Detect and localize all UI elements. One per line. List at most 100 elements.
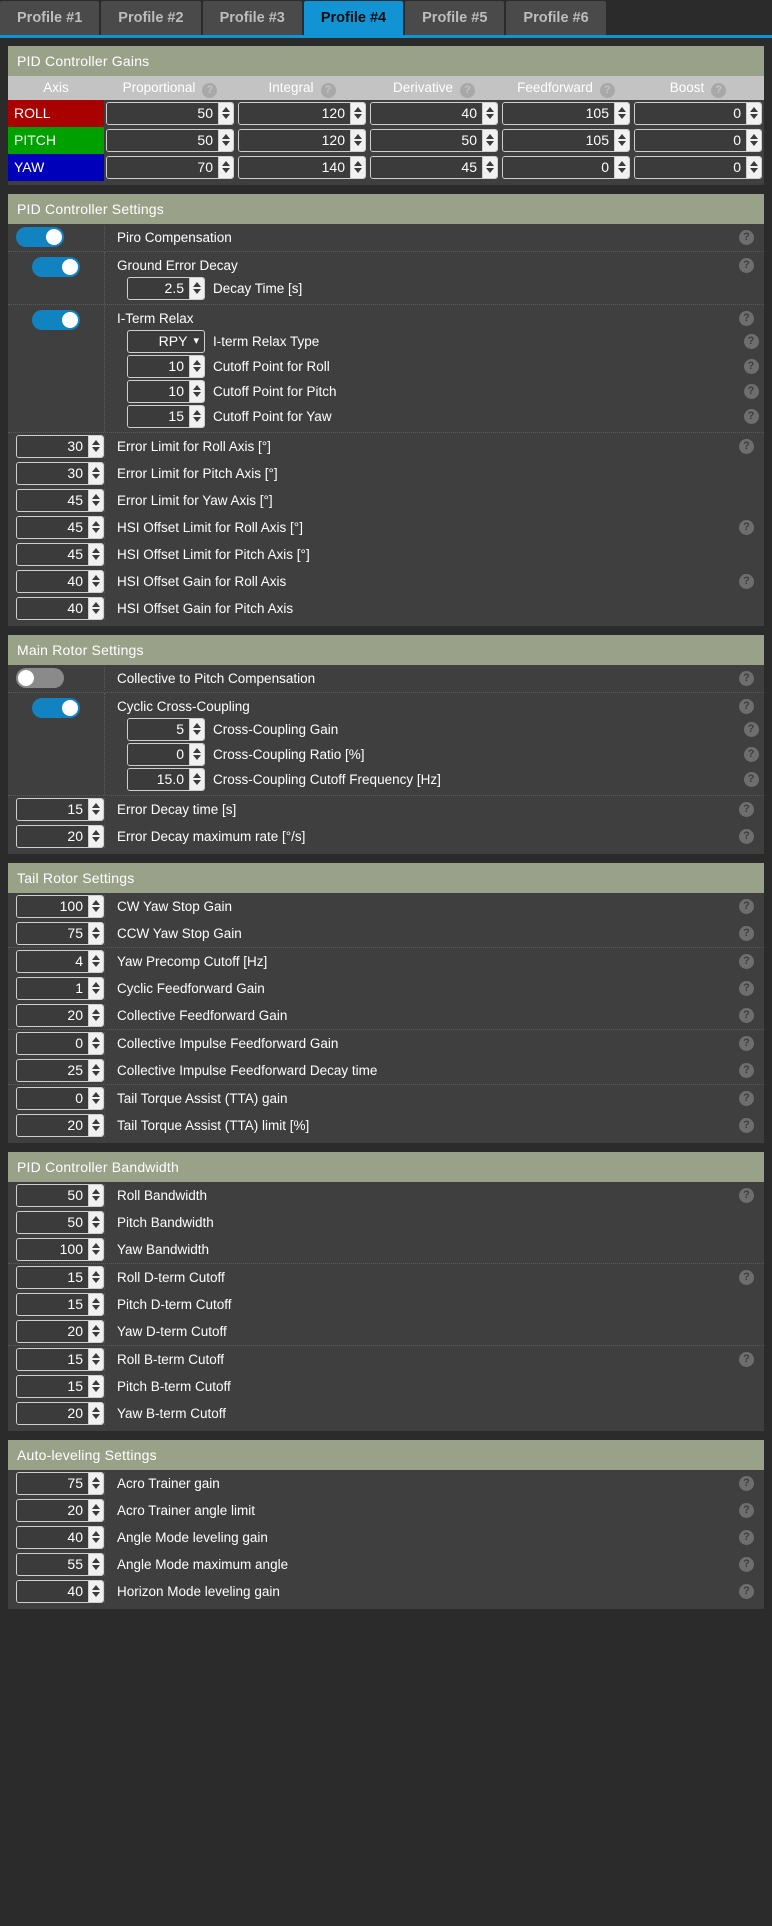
spinner-up-icon[interactable] — [615, 103, 629, 114]
spinner-up-icon[interactable] — [89, 896, 103, 907]
spinner[interactable] — [218, 130, 233, 151]
spinner-down-icon[interactable] — [89, 836, 103, 847]
spinner-up-icon[interactable] — [190, 406, 204, 417]
help-icon[interactable]: ? — [739, 1008, 754, 1023]
spinner-up-icon[interactable] — [351, 103, 365, 114]
help-icon[interactable]: ? — [739, 1557, 754, 1572]
spinner-down-icon[interactable] — [747, 140, 761, 151]
help-icon[interactable]: ? — [739, 574, 754, 589]
spinner[interactable] — [88, 1212, 103, 1233]
spinner-down-icon[interactable] — [190, 729, 204, 740]
spinner-down-icon[interactable] — [89, 1195, 103, 1206]
hsi-offset-limit-row-1-input[interactable]: 45 — [16, 543, 104, 566]
spinner-up-icon[interactable] — [747, 103, 761, 114]
cross-coupling-row-2-input[interactable]: 15.0 — [127, 768, 205, 791]
bandwidth-g0-row-1-input[interactable]: 50 — [16, 1211, 104, 1234]
spinner-up-icon[interactable] — [89, 1403, 103, 1414]
spinner-up-icon[interactable] — [89, 1473, 103, 1484]
spinner-down-icon[interactable] — [190, 416, 204, 427]
spinner-down-icon[interactable] — [89, 1564, 103, 1575]
spinner[interactable] — [88, 1554, 103, 1575]
iterm-cutoff-row-2-input[interactable]: 15 — [127, 405, 205, 428]
error-limit-row-0-input[interactable]: 30 — [16, 435, 104, 458]
tail-rotor-g2-row-0-input[interactable]: 0 — [16, 1032, 104, 1055]
help-icon[interactable]: ? — [739, 230, 754, 245]
tail-rotor-g2-row-1-input[interactable]: 25 — [16, 1059, 104, 1082]
error-limit-row-2-input[interactable]: 45 — [16, 489, 104, 512]
spinner-up-icon[interactable] — [89, 598, 103, 609]
gains-pitch-derivative-input[interactable]: 50 — [370, 129, 498, 152]
iterm-relax-toggle[interactable] — [32, 310, 80, 330]
spinner-up-icon[interactable] — [89, 1376, 103, 1387]
collective-to-pitch-toggle[interactable] — [16, 668, 64, 688]
spinner-up-icon[interactable] — [190, 381, 204, 392]
spinner-up-icon[interactable] — [89, 544, 103, 555]
help-icon[interactable]: ? — [739, 802, 754, 817]
help-icon[interactable]: ? — [739, 1476, 754, 1491]
help-icon[interactable]: ? — [739, 829, 754, 844]
autoleveling-row-4-input[interactable]: 40 — [16, 1580, 104, 1603]
tail-rotor-g3-row-1-input[interactable]: 20 — [16, 1114, 104, 1137]
cross-coupling-row-0-input[interactable]: 5 — [127, 718, 205, 741]
autoleveling-row-0-input[interactable]: 75 — [16, 1472, 104, 1495]
tab-profile-5[interactable]: Profile #5 — [405, 1, 504, 35]
spinner[interactable] — [350, 157, 365, 178]
spinner-down-icon[interactable] — [89, 527, 103, 538]
spinner[interactable] — [88, 1033, 103, 1054]
tab-profile-2[interactable]: Profile #2 — [101, 1, 200, 35]
help-icon[interactable]: ? — [739, 520, 754, 535]
spinner-down-icon[interactable] — [89, 1125, 103, 1136]
spinner-up-icon[interactable] — [190, 719, 204, 730]
spinner-down-icon[interactable] — [89, 809, 103, 820]
bandwidth-g0-row-2-input[interactable]: 100 — [16, 1238, 104, 1261]
spinner-up-icon[interactable] — [89, 1185, 103, 1196]
spinner-up-icon[interactable] — [89, 923, 103, 934]
help-icon[interactable]: ? — [739, 671, 754, 686]
spinner-up-icon[interactable] — [483, 130, 497, 141]
spinner[interactable] — [88, 1321, 103, 1342]
spinner-up-icon[interactable] — [89, 1527, 103, 1538]
help-icon[interactable]: ? — [744, 334, 759, 349]
spinner-up-icon[interactable] — [89, 1321, 103, 1332]
spinner-up-icon[interactable] — [219, 157, 233, 168]
spinner-down-icon[interactable] — [89, 1043, 103, 1054]
spinner-down-icon[interactable] — [747, 167, 761, 178]
help-icon[interactable]: ? — [202, 83, 217, 98]
spinner[interactable] — [88, 436, 103, 457]
spinner-down-icon[interactable] — [219, 113, 233, 124]
help-icon[interactable]: ? — [739, 1270, 754, 1285]
help-icon[interactable]: ? — [739, 1188, 754, 1203]
spinner[interactable] — [189, 278, 204, 299]
spinner[interactable] — [88, 1239, 103, 1260]
spinner[interactable] — [88, 571, 103, 592]
spinner[interactable] — [88, 826, 103, 847]
ground-error-decay-toggle[interactable] — [32, 257, 80, 277]
spinner-up-icon[interactable] — [89, 1239, 103, 1250]
spinner-down-icon[interactable] — [351, 140, 365, 151]
spinner-down-icon[interactable] — [190, 779, 204, 790]
bandwidth-g2-row-2-input[interactable]: 20 — [16, 1402, 104, 1425]
spinner[interactable] — [88, 1403, 103, 1424]
spinner-up-icon[interactable] — [483, 103, 497, 114]
error-decay-row-0-input[interactable]: 15 — [16, 798, 104, 821]
spinner[interactable] — [189, 719, 204, 740]
tail-rotor-g0-row-0-input[interactable]: 100 — [16, 895, 104, 918]
gains-yaw-integral-input[interactable]: 140 — [238, 156, 366, 179]
help-icon[interactable]: ? — [321, 83, 336, 98]
spinner-up-icon[interactable] — [89, 978, 103, 989]
spinner-down-icon[interactable] — [89, 500, 103, 511]
spinner-down-icon[interactable] — [89, 446, 103, 457]
help-icon[interactable]: ? — [739, 899, 754, 914]
spinner[interactable] — [614, 103, 629, 124]
help-icon[interactable]: ? — [744, 359, 759, 374]
spinner-down-icon[interactable] — [89, 1413, 103, 1424]
spinner-down-icon[interactable] — [89, 1098, 103, 1109]
autoleveling-row-1-input[interactable]: 20 — [16, 1499, 104, 1522]
help-icon[interactable]: ? — [600, 83, 615, 98]
help-icon[interactable]: ? — [739, 1063, 754, 1078]
gains-yaw-boost-input[interactable]: 0 — [634, 156, 762, 179]
spinner[interactable] — [88, 799, 103, 820]
spinner-up-icon[interactable] — [89, 517, 103, 528]
gains-pitch-boost-input[interactable]: 0 — [634, 129, 762, 152]
spinner[interactable] — [88, 1088, 103, 1109]
